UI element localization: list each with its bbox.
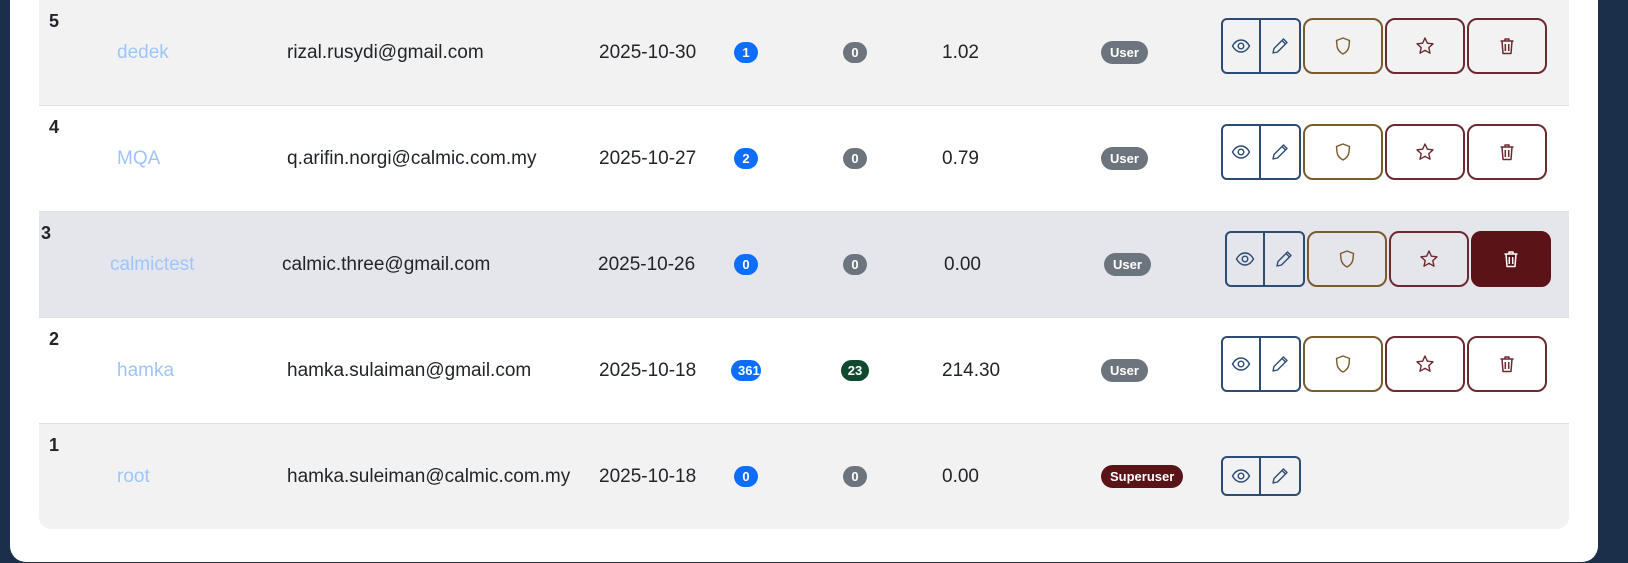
view-button[interactable] [1221, 336, 1261, 392]
row-actions [1221, 18, 1547, 74]
trash-icon [1500, 356, 1514, 373]
view-button[interactable] [1225, 231, 1265, 287]
user-email: q.arifin.norgi@calmic.com.my [287, 147, 537, 169]
user-date: 2025-10-30 [599, 42, 697, 63]
shield-icon [1339, 250, 1355, 268]
edit-button[interactable] [1261, 336, 1301, 392]
username-link[interactable]: calmictest [110, 212, 194, 317]
eye-icon [1231, 357, 1251, 371]
count-badge-primary: 361 [731, 360, 761, 381]
trash-icon [1500, 144, 1514, 161]
delete-button[interactable] [1467, 124, 1547, 180]
star-icon [1416, 37, 1434, 54]
edit-button[interactable] [1261, 456, 1301, 496]
username-link[interactable]: MQA [117, 106, 160, 211]
pencil-icon [1272, 468, 1288, 484]
pencil-icon [1272, 356, 1288, 372]
star-icon [1416, 355, 1434, 372]
user-value: 1.02 [942, 41, 979, 63]
favorite-button[interactable] [1385, 18, 1465, 74]
row-actions [1225, 231, 1551, 287]
count-badge-primary: 0 [734, 254, 758, 275]
user-date: 2025-10-18 [599, 360, 697, 381]
favorite-button[interactable] [1389, 231, 1469, 287]
shield-icon [1335, 355, 1351, 373]
count-badge-primary: 0 [734, 466, 758, 487]
permissions-button[interactable] [1303, 336, 1383, 392]
permissions-button[interactable] [1303, 124, 1383, 180]
edit-button[interactable] [1261, 18, 1301, 74]
row-actions [1221, 456, 1303, 496]
role-badge: User [1101, 359, 1148, 382]
eye-icon [1231, 145, 1251, 159]
user-date: 2025-10-26 [598, 254, 696, 275]
eye-icon [1235, 252, 1255, 266]
role-badge: User [1104, 253, 1151, 276]
count-badge-secondary: 0 [843, 42, 867, 63]
user-value: 0.00 [944, 253, 981, 275]
user-id: 5 [49, 11, 60, 31]
table-row: 3 calmictest calmic.three@gmail.com 2025… [39, 212, 1569, 318]
eye-icon [1231, 469, 1251, 483]
count-badge-secondary: 0 [843, 148, 867, 169]
permissions-button[interactable] [1307, 231, 1387, 287]
user-id: 4 [49, 117, 60, 137]
user-id: 3 [41, 223, 52, 243]
favorite-button[interactable] [1385, 336, 1465, 392]
user-email: calmic.three@gmail.com [282, 253, 491, 275]
user-email: hamka.suleiman@calmic.com.my [287, 465, 571, 487]
edit-button[interactable] [1261, 124, 1301, 180]
username-link[interactable]: root [117, 424, 150, 529]
shield-icon [1335, 143, 1351, 161]
username-link[interactable]: dedek [117, 0, 169, 105]
star-icon [1416, 143, 1434, 160]
table-row: 2 hamka hamka.sulaiman@gmail.com 2025-10… [39, 318, 1569, 424]
trash-icon [1504, 251, 1518, 268]
role-badge: User [1101, 41, 1148, 64]
delete-button[interactable] [1467, 336, 1547, 392]
pencil-icon [1272, 38, 1288, 54]
username-link[interactable]: hamka [117, 318, 174, 423]
count-badge-primary: 1 [734, 42, 758, 63]
star-icon [1420, 250, 1438, 267]
users-table: 5 dedek rizal.rusydi@gmail.com 2025-10-3… [39, 0, 1569, 529]
user-value: 214.30 [942, 359, 1001, 381]
trash-icon [1500, 38, 1514, 55]
user-email: hamka.sulaiman@gmail.com [287, 359, 532, 381]
table-row: 4 MQA q.arifin.norgi@calmic.com.my 2025-… [39, 106, 1569, 212]
user-id: 2 [49, 329, 60, 349]
user-value: 0.00 [942, 465, 979, 487]
count-badge-secondary: 23 [840, 360, 870, 381]
pencil-icon [1272, 144, 1288, 160]
user-id: 1 [49, 435, 60, 455]
pencil-icon [1276, 251, 1292, 267]
table-row: 5 dedek rizal.rusydi@gmail.com 2025-10-3… [39, 0, 1569, 106]
view-button[interactable] [1221, 124, 1261, 180]
favorite-button[interactable] [1385, 124, 1465, 180]
delete-button[interactable] [1467, 18, 1547, 74]
table-row: 1 root hamka.suleiman@calmic.com.my 2025… [39, 424, 1569, 529]
permissions-button[interactable] [1303, 18, 1383, 74]
row-actions [1221, 124, 1547, 180]
count-badge-secondary: 0 [843, 466, 867, 487]
view-button[interactable] [1221, 456, 1261, 496]
role-badge: User [1101, 147, 1148, 170]
user-date: 2025-10-27 [599, 148, 697, 169]
count-badge-secondary: 0 [843, 254, 867, 275]
edit-button[interactable] [1265, 231, 1305, 287]
eye-icon [1231, 39, 1251, 53]
count-badge-primary: 2 [734, 148, 758, 169]
user-date: 2025-10-18 [599, 466, 697, 487]
delete-button[interactable] [1471, 231, 1551, 287]
shield-icon [1335, 37, 1351, 55]
view-button[interactable] [1221, 18, 1261, 74]
row-actions [1221, 336, 1547, 392]
user-value: 0.79 [942, 147, 979, 169]
role-badge: Superuser [1101, 465, 1184, 488]
user-email: rizal.rusydi@gmail.com [287, 41, 484, 63]
